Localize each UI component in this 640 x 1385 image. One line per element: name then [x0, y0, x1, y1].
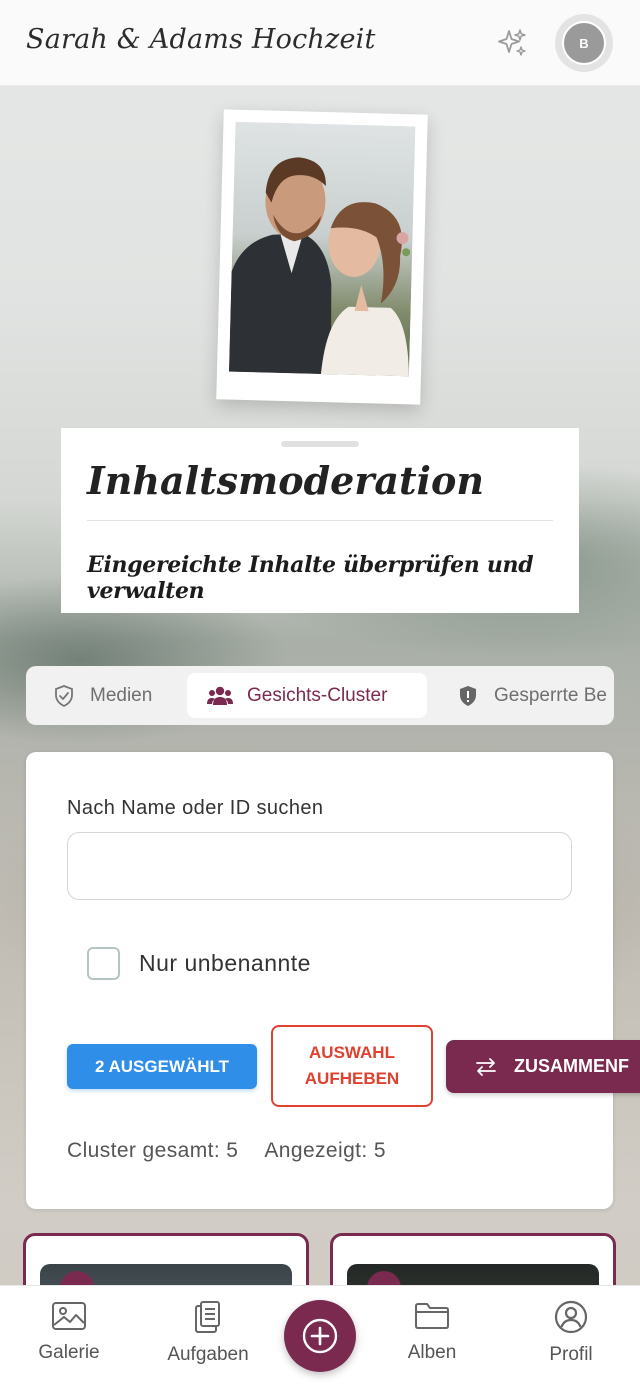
image-icon — [52, 1302, 86, 1330]
divider — [87, 520, 553, 521]
nav-profil-label: Profil — [549, 1344, 593, 1365]
tab-gesperrte[interactable]: Gesperrte Be — [436, 673, 614, 718]
merge-button[interactable]: ZUSAMMENF — [446, 1040, 640, 1093]
tab-gesichts-cluster-label: Gesichts-Cluster — [247, 684, 388, 706]
plus-circle-icon — [302, 1318, 338, 1354]
moderation-tabs: Medien Gesichts-Cluster Gesperrte Be — [26, 666, 614, 725]
app-header: Sarah & Adams Hochzeit B — [0, 0, 640, 86]
nav-aufgaben-label: Aufgaben — [167, 1344, 249, 1365]
filter-panel: Nach Name oder ID suchen Nur unbenannte … — [26, 752, 640, 1209]
avatar: B — [562, 21, 606, 65]
clear-selection-button[interactable]: AUSWAHL AUFHEBEN — [271, 1025, 433, 1107]
tab-medien-label: Medien — [90, 684, 153, 706]
page-subtitle: Eingereichte Inhalte überprüfen und verw… — [87, 552, 534, 604]
cluster-total: Cluster gesamt: 5 — [67, 1139, 239, 1162]
cluster-stats: Cluster gesamt: 5 Angezeigt: 5 — [67, 1139, 386, 1163]
page-title: Inhaltsmoderation — [87, 458, 484, 503]
tab-gesperrte-label: Gesperrte Be — [494, 684, 607, 706]
app-title: Sarah & Adams Hochzeit — [26, 24, 376, 55]
couple-photo — [216, 109, 428, 405]
cluster-shown: Angezeigt: 5 — [264, 1139, 386, 1162]
shield-check-icon — [55, 684, 73, 707]
clipboard-icon — [195, 1301, 220, 1333]
shield-exclamation-icon — [460, 685, 476, 706]
nav-alben[interactable]: Alben — [377, 1300, 487, 1364]
merge-button-label: ZUSAMMENF — [514, 1056, 629, 1076]
nav-galerie-label: Galerie — [38, 1342, 100, 1363]
nav-alben-label: Alben — [407, 1342, 457, 1363]
search-label: Nach Name oder ID suchen — [67, 797, 324, 819]
tab-medien[interactable]: Medien — [32, 673, 172, 718]
nav-aufgaben[interactable]: Aufgaben — [153, 1300, 263, 1366]
sparkle-icon[interactable] — [496, 27, 528, 59]
nav-galerie[interactable]: Galerie — [14, 1300, 124, 1364]
users-icon — [207, 686, 233, 705]
folder-icon — [415, 1303, 449, 1329]
nav-profil[interactable]: Profil — [516, 1300, 626, 1366]
swap-arrows-icon — [476, 1057, 496, 1076]
search-input[interactable] — [67, 832, 572, 900]
unnamed-only-checkbox[interactable] — [87, 947, 120, 980]
tab-gesichts-cluster[interactable]: Gesichts-Cluster — [187, 673, 427, 718]
selected-count-button[interactable]: 2 AUSGEWÄHLT — [67, 1044, 257, 1089]
upload-fab-button[interactable] — [284, 1300, 356, 1372]
page-header-card: Inhaltsmoderation Eingereichte Inhalte ü… — [61, 428, 579, 613]
user-circle-icon — [554, 1300, 588, 1334]
avatar-button[interactable]: B — [555, 14, 613, 72]
drag-handle[interactable] — [281, 441, 359, 447]
unnamed-only-label: Nur unbenannte — [139, 950, 311, 976]
